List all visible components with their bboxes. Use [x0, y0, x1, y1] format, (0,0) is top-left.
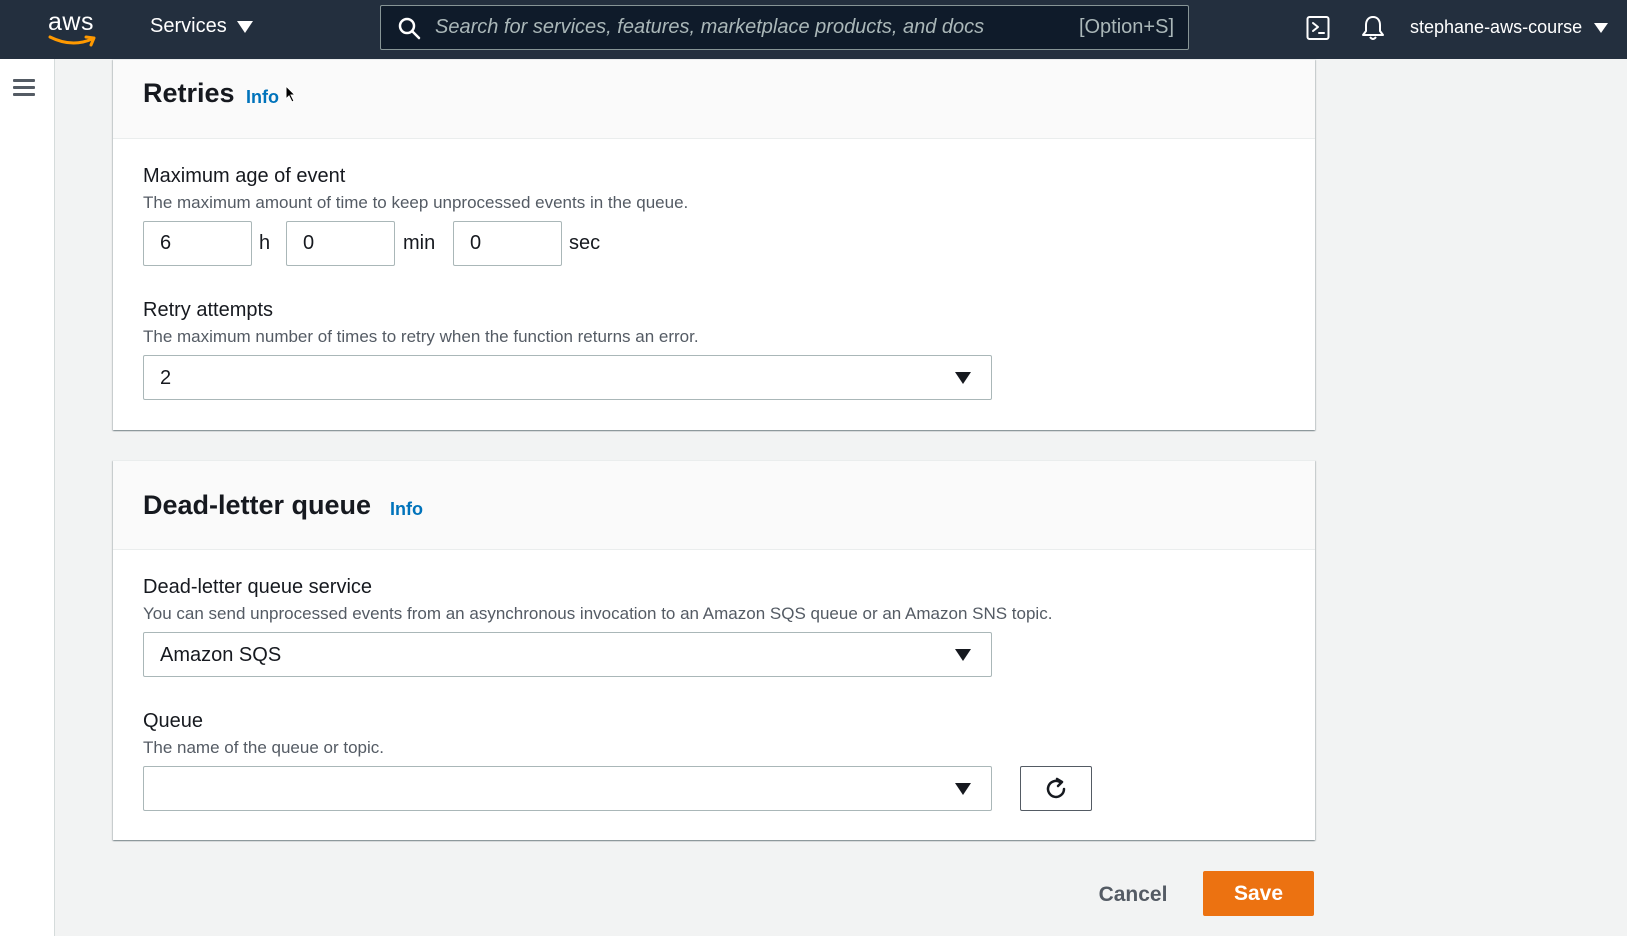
seconds-unit-label: sec	[569, 232, 601, 254]
mouse-cursor-icon	[285, 85, 297, 103]
retries-panel: Retries Info Maximum age of event The ma…	[113, 59, 1315, 430]
search-shortcut-hint: [Option+S]	[1078, 16, 1174, 38]
save-button[interactable]: Save	[1203, 871, 1314, 916]
max-age-description: The maximum amount of time to keep unpro…	[143, 193, 689, 212]
max-age-label: Maximum age of event	[143, 165, 346, 187]
caret-down-icon	[1594, 22, 1609, 33]
dlq-info-link[interactable]: Info	[390, 499, 423, 520]
retries-info-link[interactable]: Info	[246, 87, 279, 108]
refresh-icon	[1046, 777, 1066, 798]
account-name: stephane-aws-course	[1410, 17, 1583, 37]
caret-down-icon	[236, 20, 253, 33]
caret-down-icon	[955, 372, 971, 384]
dlq-service-value: Amazon SQS	[160, 644, 282, 666]
retry-attempts-select[interactable]: 2	[143, 355, 992, 400]
services-menu-button[interactable]: Services	[150, 15, 253, 38]
caret-down-icon	[955, 649, 971, 661]
caret-down-icon	[955, 783, 971, 795]
minutes-unit-label: min	[403, 232, 436, 254]
max-age-seconds-input[interactable]	[453, 221, 562, 266]
search-icon	[398, 17, 421, 39]
max-age-minutes-input[interactable]	[286, 221, 395, 266]
hours-unit-label: h	[259, 232, 271, 254]
dlq-title: Dead-letter queue	[143, 490, 372, 520]
retry-attempts-label: Retry attempts	[143, 299, 274, 321]
cloudshell-icon[interactable]	[1306, 15, 1330, 41]
search-input[interactable]	[435, 16, 1079, 39]
queue-description: The name of the queue or topic.	[143, 738, 384, 757]
aws-logo[interactable]: aws	[48, 8, 102, 48]
services-label: Services	[150, 15, 227, 37]
account-menu-button[interactable]: stephane-aws-course	[1410, 17, 1609, 38]
queue-label: Queue	[143, 710, 204, 732]
refresh-queues-button[interactable]	[1020, 766, 1092, 811]
retries-title: Retries	[143, 78, 235, 108]
search-bar[interactable]: [Option+S]	[380, 5, 1189, 50]
dlq-service-description: You can send unprocessed events from an …	[143, 604, 1053, 623]
max-age-hours-input[interactable]	[143, 221, 252, 266]
cancel-button[interactable]: Cancel	[1083, 875, 1183, 915]
aws-logo-text: aws	[48, 8, 94, 36]
dlq-panel-header: Dead-letter queue Info	[113, 461, 1315, 550]
retry-attempts-value: 2	[160, 367, 172, 389]
dead-letter-queue-panel: Dead-letter queue Info Dead-letter queue…	[113, 460, 1315, 840]
side-navigation-rail	[0, 59, 55, 936]
dlq-service-label: Dead-letter queue service	[143, 576, 373, 598]
queue-select[interactable]	[143, 766, 992, 811]
aws-smile-icon	[48, 35, 96, 47]
dlq-service-select[interactable]: Amazon SQS	[143, 632, 992, 677]
menu-hamburger-icon[interactable]	[13, 79, 35, 97]
top-navigation: aws Services [Option+S] stephane-aws-cou…	[0, 0, 1627, 59]
notifications-bell-icon[interactable]	[1360, 14, 1386, 42]
retry-attempts-description: The maximum number of times to retry whe…	[143, 327, 699, 346]
